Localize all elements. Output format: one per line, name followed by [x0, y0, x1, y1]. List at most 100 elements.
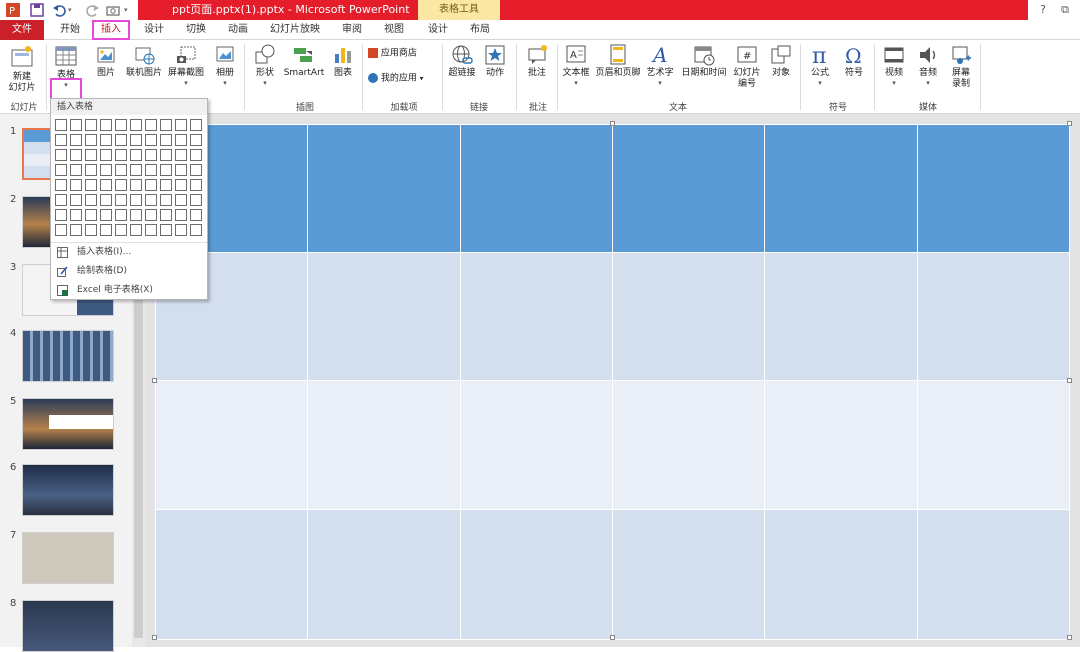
table-grid-cell[interactable] [145, 194, 157, 206]
help-button[interactable]: ? [1034, 2, 1052, 18]
resize-handle[interactable] [152, 635, 157, 640]
table-grid-cell[interactable] [85, 134, 97, 146]
my-apps-button[interactable]: 我的应用 ▾ [368, 73, 438, 85]
table-grid-cell[interactable] [145, 179, 157, 191]
table-cell[interactable] [764, 124, 918, 253]
save-icon[interactable] [30, 3, 44, 17]
table-cell[interactable] [916, 380, 1071, 510]
table-grid-cell[interactable] [190, 149, 202, 161]
redo-icon[interactable] [86, 3, 100, 17]
header-footer-button[interactable]: 页眉和页脚 [594, 44, 642, 79]
app-store-button[interactable]: 应用商店 [368, 48, 428, 60]
comment-button[interactable]: 批注 [522, 44, 552, 79]
smartart-button[interactable]: SmartArt [282, 44, 326, 79]
table-grid-cell[interactable] [145, 119, 157, 131]
table-grid-cell[interactable] [190, 209, 202, 221]
table-grid-cell[interactable] [160, 194, 172, 206]
table-grid-cell[interactable] [100, 119, 112, 131]
table-grid-cell[interactable] [115, 134, 127, 146]
resize-handle[interactable] [1067, 378, 1072, 383]
slide-thumbnail-7[interactable] [22, 532, 114, 584]
table-cell[interactable] [459, 252, 613, 381]
table-grid-cell[interactable] [70, 149, 82, 161]
restore-button[interactable]: ⧉ [1056, 2, 1074, 18]
tab-animations[interactable]: 动画 [220, 20, 256, 40]
table-grid-cell[interactable] [85, 149, 97, 161]
table-grid-cell[interactable] [130, 164, 142, 176]
table-cell[interactable] [307, 124, 461, 253]
table-cell[interactable] [764, 509, 918, 640]
screen-record-button[interactable]: 屏幕 录制 [946, 44, 976, 90]
table-grid-cell[interactable] [115, 179, 127, 191]
table-grid-cell[interactable] [190, 164, 202, 176]
resize-handle[interactable] [610, 635, 615, 640]
undo-icon[interactable] [52, 3, 66, 17]
table-grid-cell[interactable] [190, 179, 202, 191]
table-grid-cell[interactable] [100, 224, 112, 236]
table-cell[interactable] [459, 124, 613, 253]
table-header-row[interactable] [154, 124, 1071, 253]
table-grid-cell[interactable] [55, 134, 67, 146]
table-grid-cell[interactable] [100, 194, 112, 206]
table-grid-cell[interactable] [145, 224, 157, 236]
audio-button[interactable]: 音频 ▾ [912, 44, 944, 87]
table-grid-cell[interactable] [130, 149, 142, 161]
table-grid-cell[interactable] [130, 119, 142, 131]
table-grid-cell[interactable] [175, 179, 187, 191]
insert-table-menu-item[interactable]: 插入表格(I)... [51, 243, 207, 262]
table-grid-cell[interactable] [85, 209, 97, 221]
table-grid-cell[interactable] [115, 119, 127, 131]
table-grid-cell[interactable] [190, 224, 202, 236]
table-grid-cell[interactable] [115, 149, 127, 161]
table-grid-cell[interactable] [70, 224, 82, 236]
table-grid-cell[interactable] [130, 194, 142, 206]
table-grid-cell[interactable] [115, 209, 127, 221]
symbol-button[interactable]: Ω 符号 [838, 44, 870, 79]
table-row[interactable] [154, 509, 1071, 640]
table-grid-cell[interactable] [55, 164, 67, 176]
table-grid-cell[interactable] [145, 209, 157, 221]
table-cell[interactable] [611, 124, 766, 253]
picture-button[interactable]: 图片 [88, 44, 124, 79]
table-cell[interactable] [307, 380, 461, 510]
undo-dropdown-icon[interactable]: ▾ [68, 3, 76, 17]
table-grid-cell[interactable] [70, 209, 82, 221]
tab-table-layout[interactable]: 布局 [462, 20, 498, 40]
table-grid-cell[interactable] [55, 194, 67, 206]
table-grid-cell[interactable] [190, 194, 202, 206]
table-grid-cell[interactable] [55, 179, 67, 191]
table-grid-cell[interactable] [85, 224, 97, 236]
slide-thumbnail-6[interactable] [22, 464, 114, 516]
table-cell[interactable] [916, 252, 1071, 381]
table-grid-cell[interactable] [70, 164, 82, 176]
table-grid-cell[interactable] [160, 134, 172, 146]
table-cell[interactable] [611, 380, 766, 510]
table-grid-cell[interactable] [130, 179, 142, 191]
table-grid-cell[interactable] [115, 164, 127, 176]
table-grid-cell[interactable] [190, 119, 202, 131]
table-grid-cell[interactable] [100, 134, 112, 146]
table-grid-cell[interactable] [130, 134, 142, 146]
table-grid-cell[interactable] [55, 149, 67, 161]
wordart-button[interactable]: A 艺术字 ▾ [644, 44, 676, 87]
table-cell[interactable] [459, 509, 613, 640]
shapes-button[interactable]: 形状 ▾ [250, 44, 280, 87]
table-grid-cell[interactable] [175, 134, 187, 146]
datetime-button[interactable]: 日期和时间 [678, 44, 730, 79]
table-grid-cell[interactable] [70, 134, 82, 146]
object-button[interactable]: 对象 [766, 44, 796, 79]
table-grid-cell[interactable] [130, 209, 142, 221]
table-grid-cell[interactable] [145, 134, 157, 146]
table-grid-cell[interactable] [115, 224, 127, 236]
table-grid-cell[interactable] [55, 224, 67, 236]
tab-table-design[interactable]: 设计 [420, 20, 456, 40]
table-grid-cell[interactable] [160, 119, 172, 131]
table-grid-cell[interactable] [175, 164, 187, 176]
table-cell[interactable] [307, 509, 461, 640]
table-cell[interactable] [764, 252, 918, 381]
tab-file[interactable]: 文件 [0, 20, 44, 40]
table-cell[interactable] [611, 509, 766, 640]
table-grid-cell[interactable] [130, 224, 142, 236]
table-grid-cell[interactable] [160, 179, 172, 191]
table-grid-cell[interactable] [160, 209, 172, 221]
